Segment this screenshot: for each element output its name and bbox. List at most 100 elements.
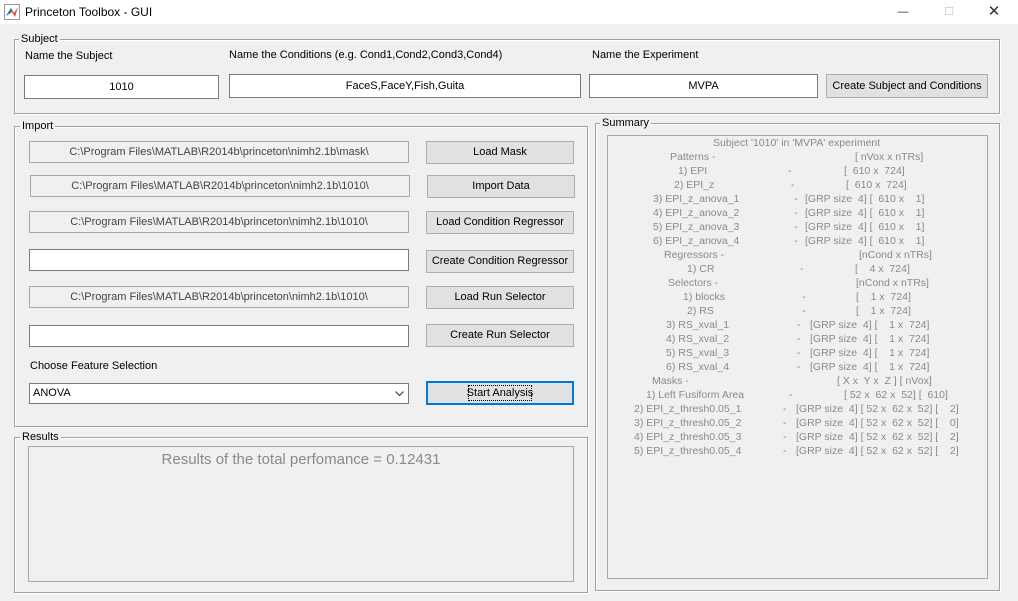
- load-condition-regressor-button[interactable]: Load Condition Regressor: [426, 211, 574, 234]
- summary-item-name: 2) EPI_z: [674, 179, 715, 191]
- summary-item-dims: [GRP size 4] [ 610 x 1]: [805, 207, 925, 219]
- summary-item-dims: [ 52 x 62 x 52] [ 610]: [844, 389, 948, 401]
- start-analysis-button[interactable]: Start Analysis: [426, 381, 574, 405]
- maximize-button[interactable]: ☐: [926, 0, 972, 24]
- summary-item-name: 6) EPI_z_anova_4: [653, 235, 740, 247]
- summary-section-label: Regressors -: [664, 249, 725, 261]
- conditions-input[interactable]: FaceS,FaceY,Fish,Guita: [229, 74, 581, 98]
- subject-panel-title: Subject: [19, 33, 60, 45]
- results-output: Results of the total perfomance = 0.1243…: [28, 446, 574, 582]
- summary-item-dims: [GRP size 4] [ 52 x 62 x 52] [ 0]: [796, 417, 959, 429]
- summary-item-dims: [GRP size 4] [ 610 x 1]: [805, 221, 925, 233]
- summary-item-dims: [GRP size 4] [ 1 x 724]: [810, 361, 930, 373]
- matlab-icon: [4, 4, 20, 20]
- summary-item-name: 3) EPI_z_thresh0.05_2: [634, 417, 742, 429]
- summary-item-dims: [GRP size 4] [ 1 x 724]: [810, 319, 930, 331]
- create-condition-regressor-button[interactable]: Create Condition Regressor: [426, 250, 574, 273]
- summary-item-dims: [ 1 x 724]: [856, 291, 911, 303]
- window-title: Princeton Toolbox - GUI: [25, 5, 153, 19]
- data-path-field: C:\Program Files\MATLAB\R2014b\princeton…: [30, 175, 410, 197]
- summary-section-dims: [nCond x nTRs]: [859, 249, 932, 261]
- summary-item-name: 1) Left Fusiform Area: [646, 389, 745, 401]
- import-data-button[interactable]: Import Data: [427, 175, 575, 198]
- summary-item-dash: -: [797, 333, 801, 345]
- name-conditions-label: Name the Conditions (e.g. Cond1,Cond2,Co…: [229, 49, 503, 61]
- summary-item-dash: -: [791, 179, 795, 191]
- summary-item-dash: -: [797, 347, 801, 359]
- summary-item-name: 2) RS: [687, 305, 714, 317]
- name-experiment-label: Name the Experiment: [592, 49, 699, 61]
- summary-item-dims: [GRP size 4] [ 52 x 62 x 52] [ 2]: [796, 403, 959, 415]
- summary-item-name: 3) EPI_z_anova_1: [653, 193, 740, 205]
- close-button[interactable]: ✕: [971, 0, 1017, 24]
- summary-item-dash: -: [797, 319, 801, 331]
- summary-output: Subject '1010' in 'MVPA' experiment Patt…: [607, 135, 988, 579]
- summary-item-name: 5) RS_xval_3: [666, 347, 730, 359]
- summary-item-dash: -: [794, 221, 798, 233]
- summary-item-name: 5) EPI_z_thresh0.05_4: [634, 445, 742, 457]
- summary-item-dash: -: [800, 263, 804, 275]
- import-panel-title: Import: [20, 120, 56, 132]
- create-subject-button[interactable]: Create Subject and Conditions: [826, 74, 988, 98]
- summary-section-dims: [ X x Y x Z ] [ nVox]: [837, 375, 932, 387]
- summary-item-dash: -: [783, 403, 787, 415]
- summary-section-label: Patterns -: [670, 151, 716, 163]
- regressor-path-field: C:\Program Files\MATLAB\R2014b\princeton…: [29, 211, 409, 233]
- summary-header: Subject '1010' in 'MVPA' experiment: [713, 137, 881, 149]
- summary-item-dims: [GRP size 4] [ 1 x 724]: [810, 333, 930, 345]
- summary-section-label: Masks -: [652, 375, 689, 387]
- selector-path-field: C:\Program Files\MATLAB\R2014b\princeton…: [29, 286, 409, 308]
- summary-item-dash: -: [797, 361, 801, 373]
- mask-path-field: C:\Program Files\MATLAB\R2014b\princeton…: [29, 141, 409, 163]
- summary-item-dims: [ 1 x 724]: [856, 305, 911, 317]
- load-run-selector-button[interactable]: Load Run Selector: [426, 286, 574, 309]
- summary-item-name: 1) CR: [687, 263, 715, 275]
- summary-item-dims: [GRP size 4] [ 1 x 724]: [810, 347, 930, 359]
- summary-item-name: 2) EPI_z_thresh0.05_1: [634, 403, 742, 415]
- chevron-down-icon[interactable]: [391, 384, 408, 404]
- load-mask-button[interactable]: Load Mask: [426, 141, 574, 164]
- start-analysis-label: Start Analysis: [465, 382, 536, 404]
- summary-item-dash: -: [789, 389, 793, 401]
- results-text: Results of the total perfomance = 0.1243…: [161, 451, 441, 468]
- summary-item-name: 1) blocks: [683, 291, 726, 303]
- summary-item-name: 4) EPI_z_anova_2: [653, 207, 740, 219]
- subject-name-input[interactable]: 1010: [24, 75, 219, 99]
- summary-item-name: 3) RS_xval_1: [666, 319, 730, 331]
- summary-item-dash: -: [788, 165, 792, 177]
- create-selector-field[interactable]: [29, 325, 409, 347]
- feature-selection-value: ANOVA: [33, 387, 71, 399]
- summary-item-dims: [GRP size 4] [ 52 x 62 x 52] [ 2]: [796, 431, 959, 443]
- minimize-button[interactable]: —: [880, 0, 926, 24]
- summary-item-name: 6) RS_xval_4: [666, 361, 730, 373]
- summary-item-dash: -: [794, 235, 798, 247]
- summary-section-dims: [nCond x nTRs]: [856, 277, 929, 289]
- summary-item-name: 5) EPI_z_anova_3: [653, 221, 740, 233]
- name-subject-label: Name the Subject: [25, 50, 113, 62]
- summary-item-name: 4) RS_xval_2: [666, 333, 730, 345]
- summary-section-dims: [ nVox x nTRs]: [855, 151, 924, 163]
- summary-item-dims: [ 4 x 724]: [855, 263, 910, 275]
- summary-item-dash: -: [794, 193, 798, 205]
- summary-item-dims: [GRP size 4] [ 52 x 62 x 52] [ 2]: [796, 445, 959, 457]
- summary-item-dims: [ 610 x 724]: [846, 179, 907, 191]
- feature-selection-dropdown[interactable]: ANOVA: [29, 383, 409, 404]
- title-bar: Princeton Toolbox - GUI — ☐ ✕: [0, 0, 1018, 24]
- create-regressor-field[interactable]: [29, 249, 409, 271]
- summary-item-dash: -: [783, 417, 787, 429]
- summary-panel-title: Summary: [600, 117, 652, 129]
- experiment-name-input[interactable]: MVPA: [589, 74, 818, 98]
- summary-item-dash: -: [783, 445, 787, 457]
- summary-item-name: 4) EPI_z_thresh0.05_3: [634, 431, 742, 443]
- summary-item-dims: [GRP size 4] [ 610 x 1]: [805, 193, 925, 205]
- summary-item-dash: -: [802, 305, 806, 317]
- create-run-selector-button[interactable]: Create Run Selector: [426, 324, 574, 347]
- summary-item-dash: -: [783, 431, 787, 443]
- summary-section-label: Selectors -: [668, 277, 719, 289]
- summary-item-dims: [GRP size 4] [ 610 x 1]: [805, 235, 925, 247]
- feature-selection-label: Choose Feature Selection: [30, 360, 158, 372]
- results-panel-title: Results: [20, 431, 61, 443]
- summary-item-dash: -: [802, 291, 806, 303]
- summary-item-name: 1) EPI: [678, 165, 708, 177]
- summary-item-dims: [ 610 x 724]: [844, 165, 905, 177]
